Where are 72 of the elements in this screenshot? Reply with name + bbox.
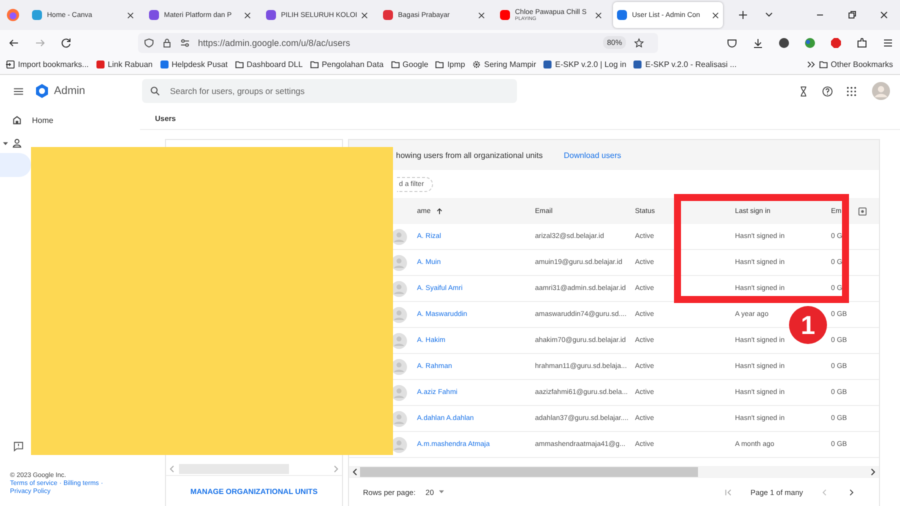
site-icon <box>633 60 642 69</box>
menu-icon[interactable] <box>13 86 24 96</box>
next-page-icon[interactable] <box>847 488 856 496</box>
close-icon[interactable] <box>595 12 602 18</box>
close-icon[interactable] <box>879 10 889 20</box>
bookmark[interactable]: E-SKP v.2.0 | Log in <box>543 60 626 69</box>
sidebar-item[interactable]: Home <box>0 110 60 130</box>
bookmark[interactable]: Google <box>390 60 428 69</box>
close-icon[interactable] <box>478 12 485 18</box>
lock-icon <box>162 38 172 48</box>
bookmark[interactable]: Ipmp <box>435 60 466 69</box>
site-icon <box>383 10 393 20</box>
apps-grid-icon[interactable] <box>846 86 857 96</box>
import-icon <box>6 60 15 69</box>
folder-icon <box>435 60 444 69</box>
back-icon[interactable] <box>8 36 20 48</box>
site-icon <box>617 10 627 20</box>
bookmark[interactable]: Helpdesk Pusat <box>160 60 228 69</box>
bookmark[interactable]: E-SKP v.2.0 - Realisasi ... <box>633 60 737 69</box>
site-icon <box>149 10 159 20</box>
callout-badge: 1 <box>789 306 827 344</box>
close-icon[interactable] <box>127 12 134 18</box>
bookmark[interactable]: Dashboard DLL <box>234 60 303 69</box>
scope-text: howing users from all organizational units <box>396 150 543 160</box>
person-icon <box>12 138 22 148</box>
hourglass-icon[interactable] <box>798 86 809 96</box>
star-icon[interactable] <box>634 38 644 48</box>
shield-icon <box>144 38 154 48</box>
hexagon-logo-icon <box>34 83 50 99</box>
menu-icon[interactable] <box>882 36 894 48</box>
url-text: https://admin.google.com/u/8/ac/users <box>198 38 350 48</box>
caret-icon[interactable] <box>3 140 8 146</box>
scroll-right-icon[interactable] <box>870 468 876 476</box>
feedback-icon[interactable] <box>13 441 24 452</box>
extension-icon[interactable] <box>778 36 790 48</box>
close-icon[interactable] <box>361 12 368 18</box>
home-icon <box>12 115 22 125</box>
site-icon <box>500 10 510 20</box>
bookmark[interactable]: Import bookmarks... <box>6 60 89 69</box>
help-icon[interactable] <box>822 86 833 96</box>
restore-icon[interactable] <box>847 10 857 20</box>
bookmark[interactable]: Pengolahan Data <box>310 60 384 69</box>
gear-icon <box>472 60 482 69</box>
site-icon <box>160 60 169 69</box>
horizontal-scrollbar[interactable] <box>349 466 879 478</box>
folder-icon <box>310 60 319 69</box>
app-title: Admin <box>54 85 86 97</box>
chevrons-icon[interactable] <box>806 60 816 69</box>
bookmark[interactable]: Sering Mampir <box>472 60 536 69</box>
bookmark[interactable]: Link Rabuan <box>96 60 153 69</box>
folder-icon <box>818 60 828 69</box>
download-icon[interactable] <box>752 36 764 48</box>
close-icon[interactable] <box>712 12 719 18</box>
reload-icon[interactable] <box>60 36 72 48</box>
extension-icon[interactable] <box>804 36 816 48</box>
sort-up-icon[interactable] <box>436 208 443 214</box>
sliders-icon <box>180 38 190 48</box>
close-icon[interactable] <box>244 12 251 18</box>
column-settings-icon[interactable] <box>858 206 867 216</box>
site-icon <box>266 10 276 20</box>
site-icon <box>543 60 552 69</box>
dropdown-icon <box>438 490 444 494</box>
download-users-link[interactable]: Download users <box>564 150 622 160</box>
search-field[interactable]: Search for users, groups or settings <box>142 79 517 103</box>
browser-logo-icon[interactable] <box>6 8 20 22</box>
folder-icon <box>234 60 244 69</box>
site-icon <box>96 60 105 69</box>
site-icon <box>32 10 42 20</box>
new-tab-icon[interactable] <box>738 10 748 20</box>
bookmark[interactable]: Other Bookmarks <box>818 60 893 69</box>
folder-icon <box>390 60 400 69</box>
scroll-left-icon[interactable] <box>352 468 358 476</box>
